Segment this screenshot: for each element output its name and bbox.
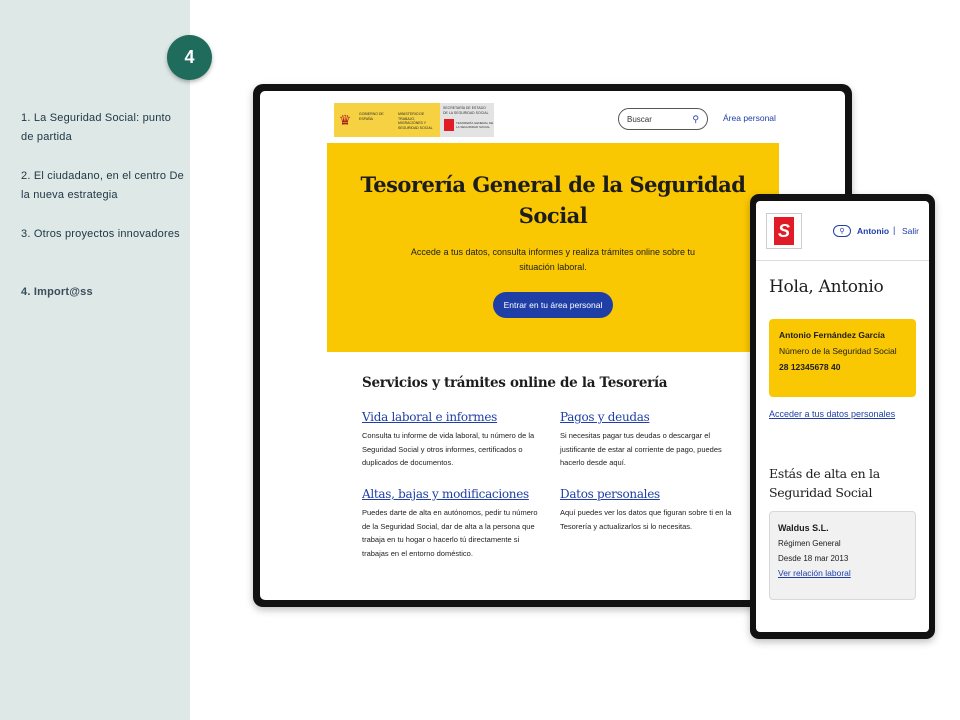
logout-link[interactable]: Salir <box>902 226 919 236</box>
tgss-logo[interactable]: S <box>766 213 802 249</box>
hero-subtitle: Accede a tus datos, consulta informes y … <box>410 247 696 272</box>
government-logo: ♛ GOBIERNO DE ESPAÑA MINISTERIO DE TRABA… <box>334 103 494 137</box>
search-label: Buscar <box>627 114 652 124</box>
regime-text: Régimen General <box>778 539 841 548</box>
user-full-name: Antonio Fernández García <box>779 330 885 340</box>
greeting-title: Hola, Antonio <box>769 277 884 297</box>
search-input[interactable]: Buscar ⚲ <box>618 108 708 130</box>
service-desc: Puedes darte de alta en autónomos, pedir… <box>362 508 538 558</box>
ss-number-label: Número de la Seguridad Social <box>779 346 897 356</box>
service-item: Datos personales Aquí puedes ver los dat… <box>560 487 740 533</box>
phone-frame: S ⚲ Antonio | Salir Hola, Antonio Antoni… <box>750 194 935 639</box>
tgss-logo-icon <box>444 119 454 131</box>
tgss-logo-icon: S <box>774 217 794 245</box>
header-separator: | <box>893 225 896 235</box>
service-link-datos-personales[interactable]: Datos personales <box>560 487 740 501</box>
service-link-pagos[interactable]: Pagos y deudas <box>560 410 740 424</box>
sidebar-item-ciudadano[interactable]: 2. El ciudadano, en el centro De la nuev… <box>21 167 186 205</box>
service-link-vida-laboral[interactable]: Vida laboral e informes <box>362 410 547 424</box>
enter-personal-area-button[interactable]: Entrar en tu área personal <box>493 292 613 318</box>
sidebar-item-otros-proyectos[interactable]: 3. Otros proyectos innovadores <box>21 225 186 244</box>
phone-header: S ⚲ Antonio | Salir <box>756 201 929 261</box>
service-desc: Consulta tu informe de vida laboral, tu … <box>362 431 535 467</box>
service-item: Vida laboral e informes Consulta tu info… <box>362 410 547 470</box>
tgss-text: TESORERÍA GENERAL DE LA SEGURIDAD SOCIAL <box>456 121 494 129</box>
service-item: Pagos y deudas Si necesitas pagar tus de… <box>560 410 740 470</box>
service-item: Altas, bajas y modificaciones Puedes dar… <box>362 487 547 560</box>
since-date: Desde 18 mar 2013 <box>778 554 849 563</box>
view-employment-link[interactable]: Ver relación laboral <box>778 566 907 581</box>
gov-line-2: MINISTERIO DE TRABAJO, MIGRACIONES Y SEG… <box>398 112 433 130</box>
phone-screen: S ⚲ Antonio | Salir Hola, Antonio Antoni… <box>756 201 929 632</box>
hero-banner: Tesorería General de la Seguridad Social… <box>327 143 779 352</box>
area-personal-link[interactable]: Área personal <box>723 113 776 123</box>
service-link-altas-bajas[interactable]: Altas, bajas y modificaciones <box>362 487 547 501</box>
secretaria-text: SECRETARÍA DE ESTADO DE LA SEGURIDAD SOC… <box>443 106 489 115</box>
section-title: Estás de alta en la Seguridad Social <box>769 466 880 500</box>
sidebar-item-seguridad-social[interactable]: 1. La Seguridad Social: punto de partida <box>21 109 186 147</box>
search-icon: ⚲ <box>692 113 699 124</box>
user-name[interactable]: Antonio <box>857 226 889 236</box>
service-desc: Si necesitas pagar tus deudas o descarga… <box>560 431 722 467</box>
access-personal-data-link[interactable]: Acceder a tus datos personales <box>769 409 895 419</box>
search-icon[interactable]: ⚲ <box>833 225 851 237</box>
sidebar: 1. La Seguridad Social: punto de partida… <box>0 0 190 720</box>
sidebar-item-importass[interactable]: 4. Import@ss <box>21 283 186 302</box>
hero-title: Tesorería General de la Seguridad Social <box>360 172 746 228</box>
company-name: Waldus S.L. <box>778 523 829 533</box>
coat-of-arms-icon: ♛ <box>334 103 356 137</box>
slide-number-badge: 4 <box>167 35 212 80</box>
ss-number: 28 12345678 40 <box>779 362 841 372</box>
user-card: Antonio Fernández García Número de la Se… <box>769 319 916 397</box>
gov-line-1: GOBIERNO DE ESPAÑA <box>359 112 384 121</box>
employment-card: Waldus S.L. Régimen General Desde 18 mar… <box>769 511 916 600</box>
service-desc: Aquí puedes ver los datos que figuran so… <box>560 508 732 531</box>
services-title: Servicios y trámites online de la Tesore… <box>362 375 668 391</box>
